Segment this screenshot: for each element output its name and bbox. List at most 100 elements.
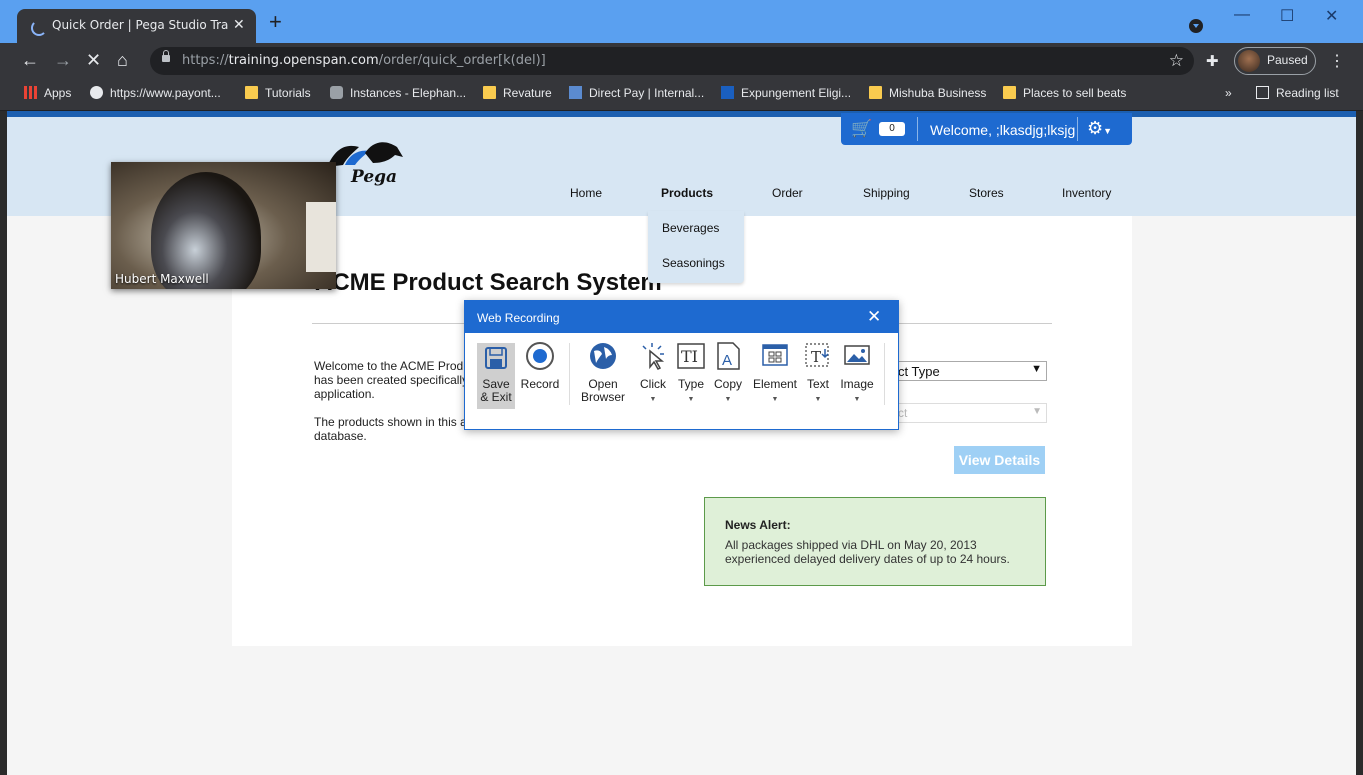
text-label: Text xyxy=(806,377,829,391)
forward-arrow-icon[interactable]: → xyxy=(54,51,72,69)
url-text: https://training.openspan.com/order/quic… xyxy=(182,53,546,68)
cursor-click-icon xyxy=(642,343,665,370)
bookmark-direct-pay[interactable]: Direct Pay | Internal... xyxy=(569,86,704,100)
lock-icon[interactable] xyxy=(162,50,170,62)
menu-item-seasonings[interactable]: Seasonings xyxy=(662,256,725,270)
folder-icon xyxy=(869,86,882,99)
bookmark-revature[interactable]: Revature xyxy=(483,86,552,100)
text-extract-icon: T xyxy=(805,343,829,367)
chevron-down-icon: ▼ xyxy=(724,396,732,403)
globe-icon xyxy=(590,343,616,369)
folder-icon xyxy=(483,86,496,99)
save-exit-label: Save & Exit xyxy=(480,377,512,404)
nav-order[interactable]: Order xyxy=(772,186,803,200)
news-alert-box: News Alert: All packages shipped via DHL… xyxy=(704,497,1046,586)
bookmark-tutorials[interactable]: Tutorials xyxy=(245,86,311,100)
element-label: Element xyxy=(752,377,798,391)
chevron-down-icon: ▼ xyxy=(771,396,779,403)
dialog-title: Web Recording xyxy=(477,311,560,325)
web-recording-dialog: Web Recording ✕ Save & Exit Record Open … xyxy=(464,300,899,430)
dialog-close-icon[interactable]: ✕ xyxy=(867,307,881,327)
new-tab-button[interactable]: + xyxy=(269,11,282,33)
webcam-overlay[interactable]: Hubert Maxwell xyxy=(111,162,336,289)
bookmark-star-icon[interactable]: ☆ xyxy=(1169,51,1184,71)
direct-pay-icon xyxy=(569,86,582,99)
toolbar-divider xyxy=(884,343,885,405)
save-disk-icon xyxy=(485,347,507,369)
nav-stores[interactable]: Stores xyxy=(969,186,1004,200)
click-button[interactable]: Click ▼ xyxy=(635,341,671,406)
maximize-button[interactable]: ☐ xyxy=(1280,6,1294,26)
tab-close-icon[interactable]: ✕ xyxy=(233,16,245,33)
element-button[interactable]: Element ▼ xyxy=(750,341,800,406)
avatar xyxy=(1238,50,1260,72)
address-bar[interactable]: https://training.openspan.com/order/quic… xyxy=(150,47,1194,75)
reading-list-button[interactable]: Reading list xyxy=(1256,86,1339,100)
menu-item-beverages[interactable]: Beverages xyxy=(662,221,719,235)
copy-label: Copy xyxy=(713,377,742,391)
toolbar-divider xyxy=(569,343,570,405)
image-label: Image xyxy=(840,377,874,391)
extensions-puzzle-icon[interactable]: ✚ xyxy=(1206,52,1219,70)
gear-icon[interactable]: ⚙▼ xyxy=(1087,118,1112,139)
record-label: Record xyxy=(520,377,560,391)
bookmark-apps[interactable]: Apps xyxy=(24,86,71,100)
nav-home[interactable]: Home xyxy=(570,186,602,200)
cart-icon[interactable]: 🛒 xyxy=(851,119,872,139)
element-grid-icon xyxy=(762,344,788,366)
browser-toolbar: ← → ✕ ⌂ https://training.openspan.com/or… xyxy=(0,43,1363,79)
loading-spinner-icon xyxy=(31,20,47,36)
bookmark-expungement[interactable]: Expungement Eligi... xyxy=(721,86,851,100)
bookmark-payont[interactable]: https://www.payont... xyxy=(90,86,221,100)
close-window-button[interactable]: ✕ xyxy=(1325,6,1338,26)
home-icon[interactable]: ⌂ xyxy=(117,51,128,69)
news-alert-title: News Alert: xyxy=(725,518,791,532)
chevron-down-icon: ▼ xyxy=(1032,406,1042,417)
browser-tab-active[interactable]: Quick Order | Pega Studio Trainin ✕ xyxy=(17,9,256,43)
chevron-down-icon: ▼ xyxy=(814,396,822,403)
minimize-button[interactable]: — xyxy=(1234,6,1250,24)
image-icon xyxy=(844,345,870,365)
bookmarks-overflow-icon[interactable]: » xyxy=(1225,86,1232,100)
product-type-select[interactable]: ct Type ▼ xyxy=(897,361,1047,381)
back-arrow-icon[interactable]: ← xyxy=(21,51,39,69)
copy-document-icon: A xyxy=(717,342,740,370)
nav-inventory[interactable]: Inventory xyxy=(1062,186,1111,200)
chevron-down-icon: ▼ xyxy=(1031,363,1042,375)
bookmark-places[interactable]: Places to sell beats xyxy=(1003,86,1126,100)
dialog-header: Web Recording ✕ xyxy=(465,301,898,333)
product-select[interactable]: ct ▼ xyxy=(897,403,1047,423)
divider xyxy=(1077,117,1078,141)
folder-icon xyxy=(1003,86,1016,99)
profile-button[interactable]: Paused xyxy=(1234,47,1316,75)
products-dropdown-menu: Beverages Seasonings xyxy=(648,211,744,283)
stop-loading-icon[interactable]: ✕ xyxy=(86,51,101,69)
reading-list-icon xyxy=(1256,86,1269,99)
browser-menu-icon[interactable]: ⋮ xyxy=(1329,51,1345,71)
type-button[interactable]: TI Type ▼ xyxy=(673,341,709,406)
profile-status-label: Paused xyxy=(1267,53,1308,67)
record-button[interactable]: Record xyxy=(520,341,560,391)
chevron-down-icon: ▼ xyxy=(687,396,695,403)
bookmark-instances[interactable]: Instances - Elephan... xyxy=(330,86,466,100)
nav-products[interactable]: Products xyxy=(661,186,713,200)
save-exit-button[interactable]: Save & Exit xyxy=(477,343,515,409)
view-details-button[interactable]: View Details xyxy=(954,446,1045,474)
products-text-line: database. xyxy=(314,429,367,443)
image-button[interactable]: Image ▼ xyxy=(837,341,877,406)
bookmark-mishuba[interactable]: Mishuba Business xyxy=(869,86,986,100)
svg-text:TI: TI xyxy=(681,347,698,366)
text-button[interactable]: T Text ▼ xyxy=(802,341,834,406)
open-browser-button[interactable]: Open Browser xyxy=(577,341,629,404)
nav-shipping[interactable]: Shipping xyxy=(863,186,910,200)
background-poster xyxy=(306,202,336,272)
tab-search-icon[interactable] xyxy=(1189,19,1203,33)
open-browser-label: Open Browser xyxy=(580,377,625,404)
intro-text-line: application. xyxy=(314,387,375,401)
tab-title: Quick Order | Pega Studio Trainin xyxy=(52,18,228,32)
window-right-edge xyxy=(1356,111,1363,775)
intro-text-line: has been created specifically xyxy=(314,373,464,387)
copy-button[interactable]: A Copy ▼ xyxy=(710,341,746,406)
record-icon xyxy=(526,342,554,370)
type-text-icon: TI xyxy=(677,343,705,369)
